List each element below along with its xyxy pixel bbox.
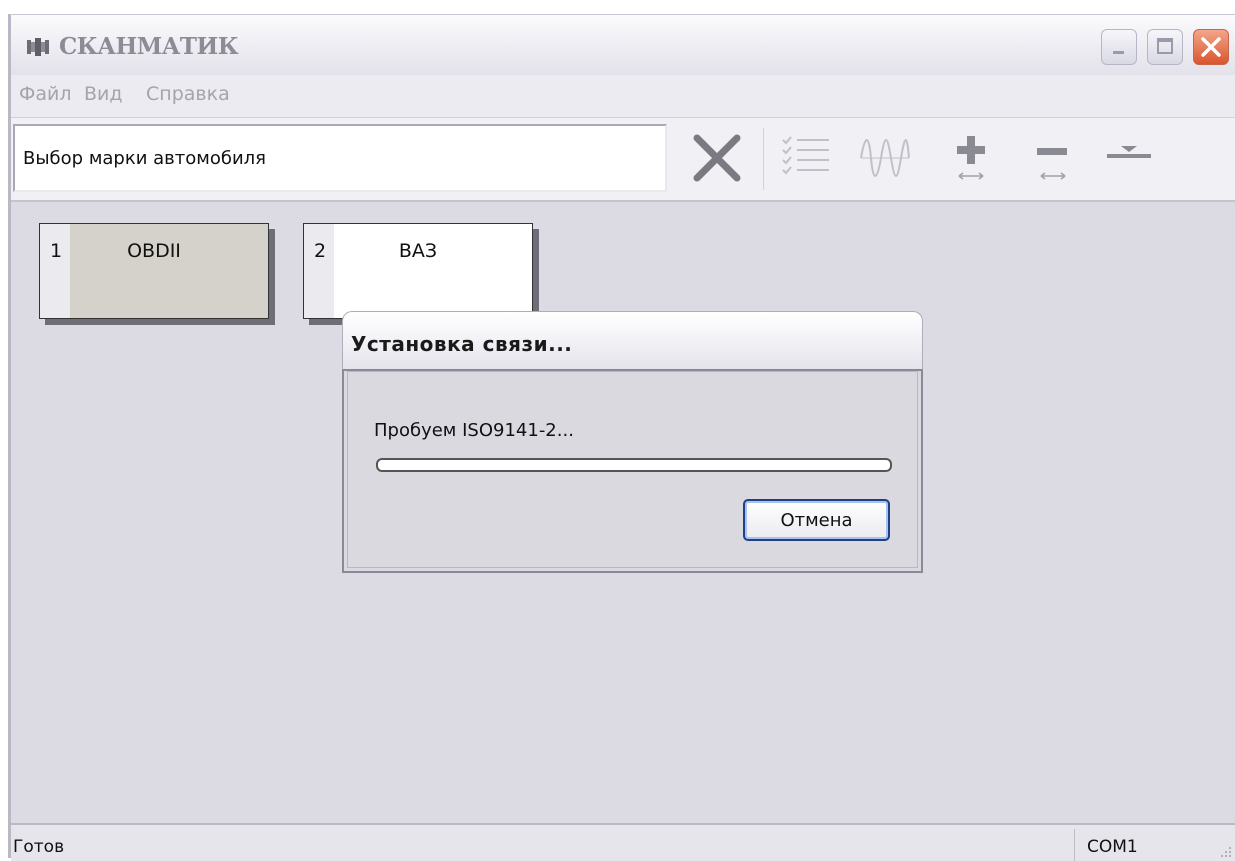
menu-view[interactable]: Вид: [84, 83, 123, 105]
car-brand-combo[interactable]: Выбор марки автомобиля: [13, 124, 667, 192]
tile-name: OBDII: [127, 240, 181, 262]
connection-dialog: Установка связи... Пробуем ISO9141-2... …: [342, 311, 923, 573]
menu-file[interactable]: Файл: [19, 83, 72, 105]
minus-icon[interactable]: [1025, 130, 1081, 186]
close-x-icon[interactable]: [689, 130, 745, 186]
status-text: Готов: [13, 837, 65, 857]
window-title: СКАНМАТИК: [59, 33, 239, 60]
status-bar: Готов COM1: [11, 823, 1235, 861]
dialog-body: Пробуем ISO9141-2... Отмена: [342, 369, 923, 573]
toolbar-separator: [763, 128, 764, 190]
cancel-button[interactable]: Отмена: [743, 499, 890, 541]
brand-tile-vaz[interactable]: 2 ВАЗ: [303, 223, 533, 319]
menu-bar: Файл Вид Справка: [11, 75, 1235, 118]
car-brand-combo-value: Выбор марки автомобиля: [23, 148, 267, 169]
maximize-icon: [1157, 38, 1173, 54]
status-port-cell: COM1: [1074, 829, 1193, 861]
dialog-message: Пробуем ISO9141-2...: [374, 420, 574, 441]
dialog-title: Установка связи...: [351, 332, 573, 356]
maximize-button[interactable]: [1147, 29, 1183, 65]
connection-progress-bar: [376, 458, 892, 472]
toolbar: Выбор марки автомобиля: [11, 118, 1235, 202]
minimize-icon: [1113, 51, 1124, 54]
brand-tile-obdii[interactable]: 1 OBDII: [39, 223, 269, 319]
close-icon: [1201, 37, 1221, 57]
app-icon: [27, 38, 49, 56]
status-port: COM1: [1087, 837, 1138, 857]
menu-help[interactable]: Справка: [146, 83, 230, 105]
resize-grip-icon[interactable]: [1217, 843, 1233, 859]
waveform-icon[interactable]: [857, 130, 913, 186]
plus-icon[interactable]: [943, 130, 999, 186]
checklist-icon[interactable]: [779, 130, 835, 186]
main-window: СКАНМАТИК Файл Вид Справка Выбор марки а…: [8, 14, 1235, 861]
underline-icon[interactable]: [1101, 130, 1157, 186]
tile-name: ВАЗ: [398, 240, 438, 262]
close-window-button[interactable]: [1193, 29, 1229, 65]
dialog-title-bar[interactable]: Установка связи...: [342, 311, 923, 369]
title-bar[interactable]: СКАНМАТИК: [11, 15, 1235, 75]
minimize-button[interactable]: [1101, 29, 1137, 65]
